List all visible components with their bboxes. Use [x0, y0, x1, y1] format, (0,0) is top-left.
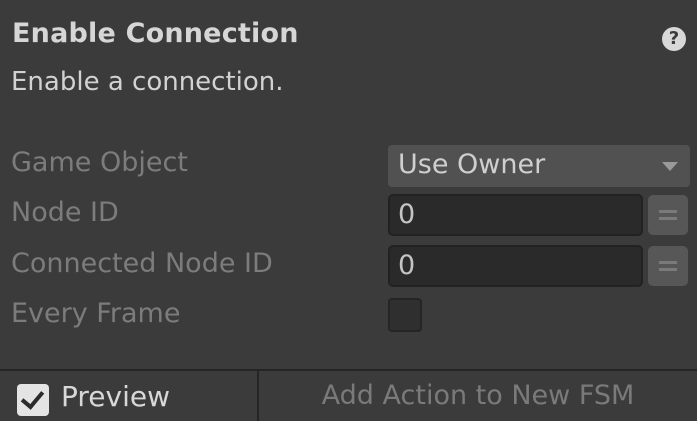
footer-bar: Preview Add Action to New FSM	[0, 369, 697, 421]
game-object-dropdown[interactable]: Use Owner	[388, 145, 690, 187]
chevron-down-icon	[662, 162, 678, 171]
game-object-label: Game Object	[11, 147, 188, 178]
add-action-button[interactable]: Add Action to New FSM	[259, 371, 697, 421]
connected-node-id-variable-button[interactable]	[648, 246, 688, 286]
checkmark-icon	[20, 385, 45, 410]
every-frame-checkbox[interactable]	[388, 298, 422, 332]
preview-checkbox[interactable]	[17, 384, 49, 416]
node-id-label: Node ID	[11, 197, 119, 228]
node-id-field[interactable]: 0	[388, 194, 643, 236]
every-frame-label: Every Frame	[11, 298, 181, 329]
connected-node-id-value: 0	[398, 250, 416, 281]
preview-toggle[interactable]: Preview	[0, 371, 257, 421]
connected-node-id-field[interactable]: 0	[388, 245, 643, 287]
game-object-value: Use Owner	[398, 149, 546, 180]
equals-icon	[648, 195, 688, 235]
node-id-variable-button[interactable]	[648, 195, 688, 235]
action-title: Enable Connection	[12, 18, 299, 49]
connected-node-id-label: Connected Node ID	[11, 248, 273, 279]
equals-icon	[648, 246, 688, 286]
preview-label: Preview	[61, 380, 170, 413]
node-id-value: 0	[398, 199, 416, 230]
action-description: Enable a connection.	[11, 67, 284, 97]
help-icon[interactable]: ?	[662, 27, 686, 51]
